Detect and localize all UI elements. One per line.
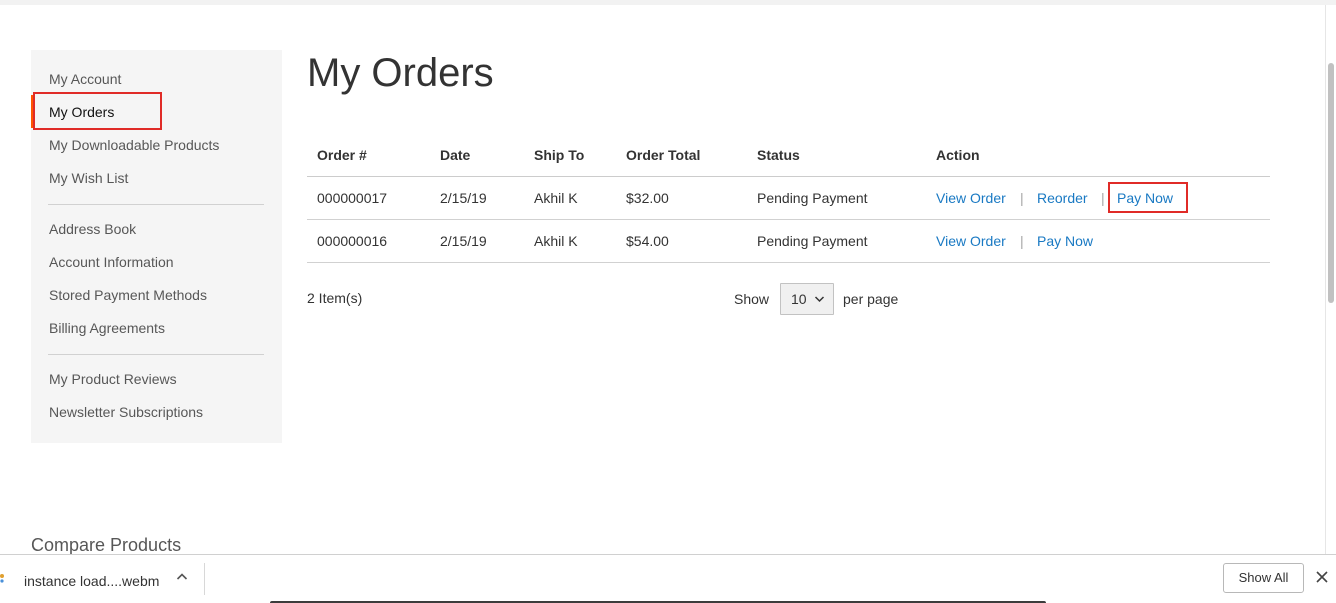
order-total: $54.00 — [626, 233, 669, 249]
download-bar: instance load....webm Show All — [0, 554, 1336, 603]
sidebar-item-my-orders[interactable]: My Orders — [31, 98, 282, 126]
download-file-name[interactable]: instance load....webm — [24, 572, 159, 590]
order-total: $32.00 — [626, 190, 669, 206]
sidebar-divider — [48, 204, 264, 205]
column-header-order-total: Order Total — [626, 147, 701, 163]
download-divider — [204, 563, 205, 595]
view-order-link[interactable]: View Order — [936, 220, 1006, 263]
file-icon — [0, 571, 8, 583]
action-separator: | — [1020, 190, 1024, 206]
column-header-order: Order # — [317, 147, 367, 163]
order-date: 2/15/19 — [440, 233, 487, 249]
sidebar-divider — [48, 354, 264, 355]
per-page-label: per page — [843, 291, 899, 307]
order-status: Pending Payment — [757, 190, 868, 206]
order-ship-to: Akhil K — [534, 233, 578, 249]
order-number: 000000016 — [317, 233, 388, 249]
order-number: 000000017 — [317, 190, 388, 206]
page-title: My Orders — [307, 51, 494, 95]
view-order-link[interactable]: View Order — [936, 177, 1006, 220]
sidebar-item-account-information[interactable]: Account Information — [31, 248, 282, 276]
column-header-date: Date — [440, 147, 471, 163]
action-separator: | — [1020, 233, 1024, 249]
pay-now-link[interactable]: Pay Now — [1117, 177, 1173, 220]
chevron-down-icon — [814, 284, 825, 326]
sidebar-item-my-wish-list[interactable]: My Wish List — [31, 164, 282, 192]
close-icon[interactable] — [1315, 570, 1329, 584]
reorder-link[interactable]: Reorder — [1037, 177, 1088, 220]
items-count: 2 Item(s) — [307, 290, 363, 306]
chevron-up-icon[interactable] — [174, 569, 190, 585]
account-sidebar: My Account My Orders My Downloadable Pro… — [31, 50, 282, 443]
action-separator: | — [1101, 190, 1105, 206]
sidebar-item-my-downloadable-products[interactable]: My Downloadable Products — [31, 131, 282, 159]
sidebar-item-stored-payment-methods[interactable]: Stored Payment Methods — [31, 281, 282, 309]
table-row: 000000017 2/15/19 Akhil K $32.00 Pending… — [307, 177, 1270, 220]
sidebar-item-address-book[interactable]: Address Book — [31, 215, 282, 243]
sidebar-item-billing-agreements[interactable]: Billing Agreements — [31, 314, 282, 342]
sidebar-item-my-account[interactable]: My Account — [31, 65, 282, 93]
page-scrollbar[interactable] — [1325, 5, 1336, 554]
column-header-status: Status — [757, 147, 800, 163]
column-header-action: Action — [936, 147, 980, 163]
limiter-value: 10 — [791, 291, 807, 307]
table-row: 000000016 2/15/19 Akhil K $54.00 Pending… — [307, 220, 1270, 263]
order-status: Pending Payment — [757, 233, 868, 249]
scrollbar-thumb[interactable] — [1328, 63, 1334, 303]
limiter-select[interactable]: 10 — [780, 283, 834, 315]
top-strip — [0, 0, 1336, 5]
sidebar-item-my-product-reviews[interactable]: My Product Reviews — [31, 365, 282, 393]
order-ship-to: Akhil K — [534, 190, 578, 206]
limiter-label: Show — [734, 291, 770, 307]
sidebar-item-newsletter-subscriptions[interactable]: Newsletter Subscriptions — [31, 398, 282, 426]
order-date: 2/15/19 — [440, 190, 487, 206]
show-all-button[interactable]: Show All — [1223, 563, 1304, 593]
pay-now-link[interactable]: Pay Now — [1037, 220, 1093, 263]
column-header-ship-to: Ship To — [534, 147, 585, 163]
